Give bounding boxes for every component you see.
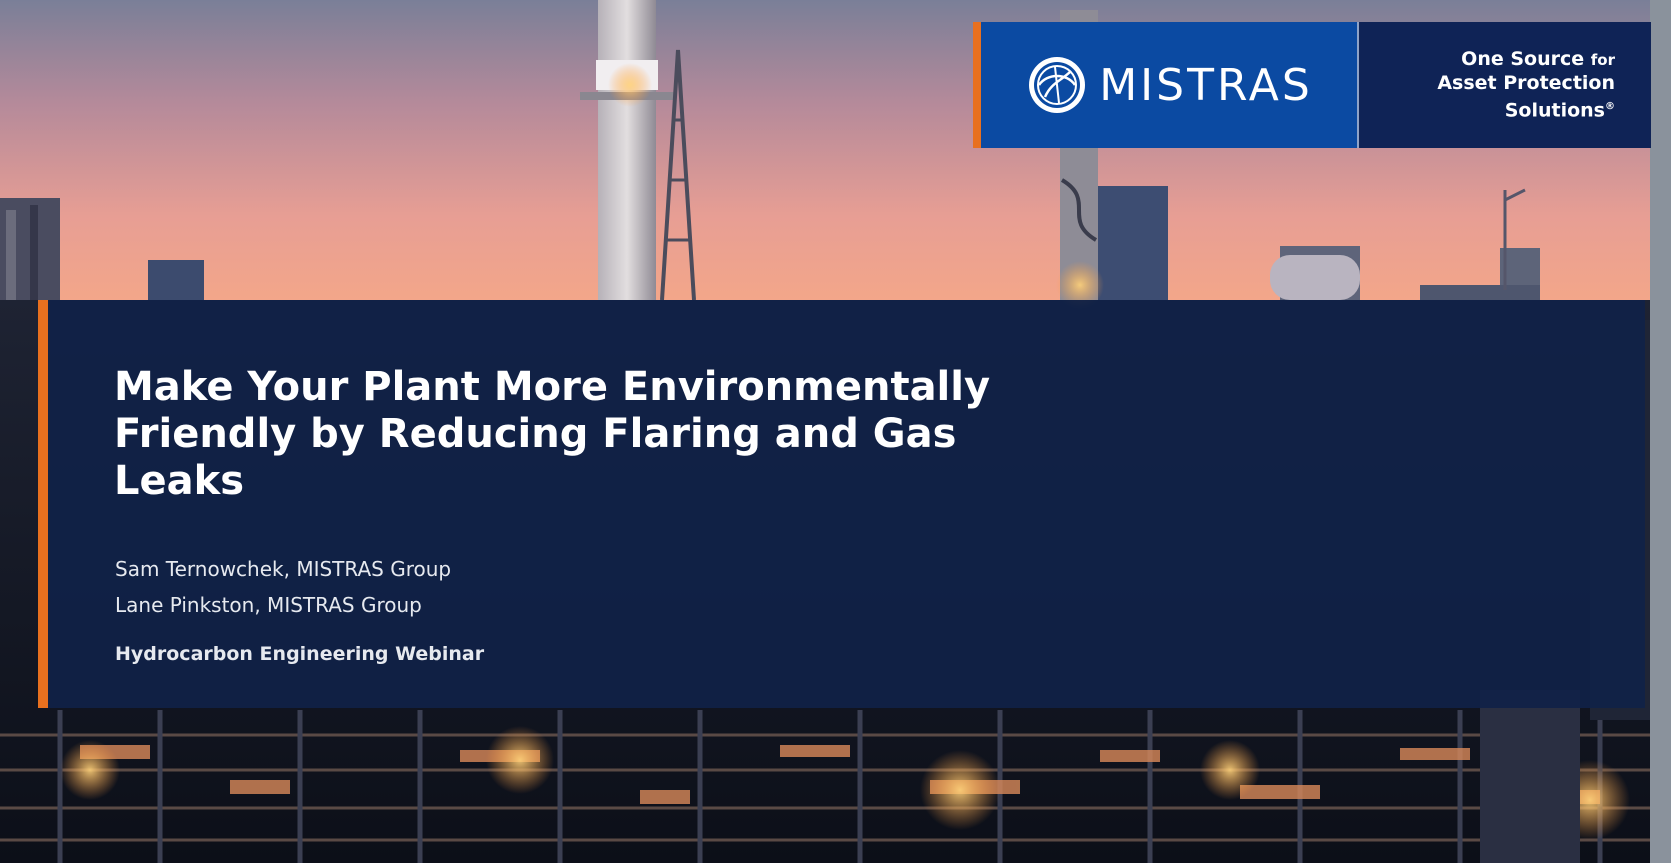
tagline-line3: Solutions xyxy=(1504,99,1605,122)
mistras-globe-logo-icon xyxy=(1029,57,1086,113)
logo-tagline-block: One Source for Asset Protection Solution… xyxy=(1359,22,1651,148)
logo-brand-name: MISTRAS xyxy=(1099,59,1313,111)
logo-accent-stripe xyxy=(973,22,981,148)
logo-brand-block: MISTRAS xyxy=(981,22,1357,148)
slide-title: Make Your Plant More Environmentally Fri… xyxy=(114,364,991,504)
tagline-line1: One Source xyxy=(1461,47,1585,70)
presentation-slide: MISTRAS One Source for Asset Protection … xyxy=(0,0,1671,863)
logo-tagline: One Source for Asset Protection Solution… xyxy=(1437,48,1615,122)
presenter-1: Sam Ternowchek, MISTRAS Group xyxy=(115,557,452,581)
mistras-logo-banner: MISTRAS One Source for Asset Protection … xyxy=(973,22,1651,148)
event-name: Hydrocarbon Engineering Webinar xyxy=(115,643,485,665)
tagline-for: for xyxy=(1590,50,1615,69)
registered-mark: ® xyxy=(1605,100,1615,112)
tagline-line2: Asset Protection xyxy=(1437,71,1615,94)
title-accent-stripe xyxy=(38,300,48,708)
presenter-2: Lane Pinkston, MISTRAS Group xyxy=(115,593,422,617)
title-panel: Make Your Plant More Environmentally Fri… xyxy=(38,300,1645,708)
window-edge-bar xyxy=(1650,0,1671,863)
